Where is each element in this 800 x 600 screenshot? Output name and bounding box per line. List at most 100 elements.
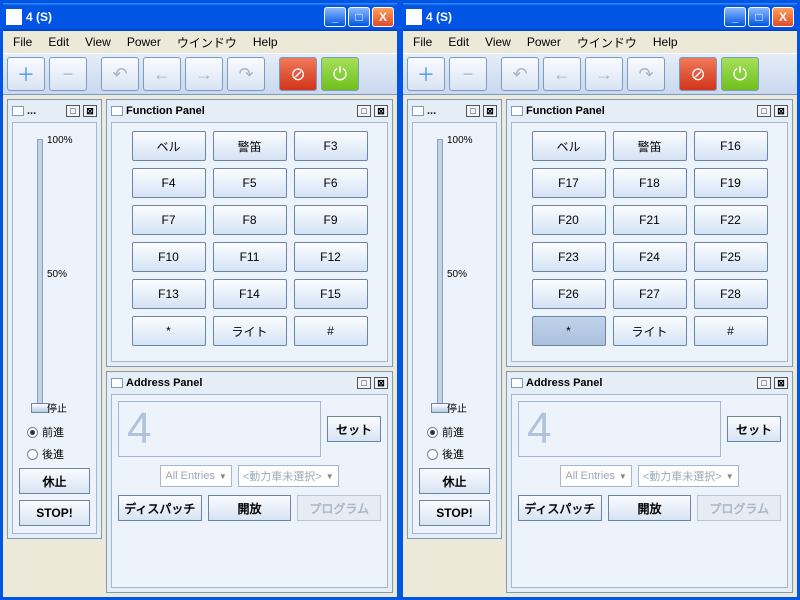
panel-close-icon[interactable]: ⊠ bbox=[83, 105, 97, 117]
function-button[interactable]: F7 bbox=[132, 205, 206, 235]
panel-max-icon[interactable]: □ bbox=[757, 105, 771, 117]
function-button[interactable]: F27 bbox=[613, 279, 687, 309]
idle-button[interactable]: 休止 bbox=[19, 468, 90, 494]
dispatch-button[interactable]: ディスパッチ bbox=[118, 495, 202, 521]
undo-button[interactable]: ↶ bbox=[501, 57, 539, 91]
reverse-radio[interactable]: 後進 bbox=[427, 446, 494, 462]
menu-edit[interactable]: Edit bbox=[442, 33, 475, 51]
forward-radio[interactable]: 前進 bbox=[27, 424, 94, 440]
reverse-radio[interactable]: 後進 bbox=[27, 446, 94, 462]
program-button[interactable]: プログラム bbox=[697, 495, 781, 521]
titlebar[interactable]: 4 (S) _ □ X bbox=[403, 3, 797, 31]
panel-max-icon[interactable]: □ bbox=[357, 377, 371, 389]
function-button[interactable]: F6 bbox=[294, 168, 368, 198]
function-button[interactable]: F26 bbox=[532, 279, 606, 309]
menu-view[interactable]: View bbox=[479, 33, 517, 51]
add-button[interactable]: ＋ bbox=[7, 57, 45, 91]
dispatch-button[interactable]: ディスパッチ bbox=[518, 495, 602, 521]
panel-max-icon[interactable]: □ bbox=[466, 105, 480, 117]
function-button[interactable]: F14 bbox=[213, 279, 287, 309]
loco-combo[interactable]: <動力車未選択>▼ bbox=[238, 465, 339, 487]
function-button[interactable]: ベル bbox=[532, 131, 606, 161]
set-button[interactable]: セット bbox=[327, 416, 381, 442]
menu-help[interactable]: Help bbox=[247, 33, 284, 51]
function-button[interactable]: F3 bbox=[294, 131, 368, 161]
function-button[interactable]: F4 bbox=[132, 168, 206, 198]
menu-edit[interactable]: Edit bbox=[42, 33, 75, 51]
function-button[interactable]: F13 bbox=[132, 279, 206, 309]
function-button[interactable]: ライト bbox=[613, 316, 687, 346]
function-button[interactable]: ベル bbox=[132, 131, 206, 161]
release-button[interactable]: 開放 bbox=[208, 495, 292, 521]
function-button[interactable]: F21 bbox=[613, 205, 687, 235]
function-button[interactable]: F11 bbox=[213, 242, 287, 272]
function-button[interactable]: F23 bbox=[532, 242, 606, 272]
redo-button[interactable]: ↷ bbox=[227, 57, 265, 91]
menu-power[interactable]: Power bbox=[121, 33, 167, 51]
menu-window[interactable]: ウインドウ bbox=[571, 32, 643, 53]
estop-button[interactable]: STOP! bbox=[19, 500, 90, 526]
panel-close-icon[interactable]: ⊠ bbox=[374, 377, 388, 389]
loco-combo[interactable]: <動力車未選択>▼ bbox=[638, 465, 739, 487]
power-button[interactable]: ⏻ bbox=[321, 57, 359, 91]
menu-file[interactable]: File bbox=[407, 33, 438, 51]
menu-file[interactable]: File bbox=[7, 33, 38, 51]
panel-close-icon[interactable]: ⊠ bbox=[374, 105, 388, 117]
panel-max-icon[interactable]: □ bbox=[757, 377, 771, 389]
forward-button[interactable]: → bbox=[185, 57, 223, 91]
function-button[interactable]: F18 bbox=[613, 168, 687, 198]
power-button[interactable]: ⏻ bbox=[721, 57, 759, 91]
function-button[interactable]: F17 bbox=[532, 168, 606, 198]
function-button[interactable]: F8 bbox=[213, 205, 287, 235]
roster-combo[interactable]: All Entries▼ bbox=[160, 465, 231, 487]
function-button[interactable]: 警笛 bbox=[213, 131, 287, 161]
release-button[interactable]: 開放 bbox=[608, 495, 692, 521]
menu-view[interactable]: View bbox=[79, 33, 117, 51]
close-button[interactable]: X bbox=[772, 7, 794, 27]
remove-button[interactable]: − bbox=[449, 57, 487, 91]
throttle-slider[interactable]: 100% 50% 停止 bbox=[15, 129, 94, 421]
stop-button[interactable]: ⊘ bbox=[279, 57, 317, 91]
throttle-slider[interactable]: 100% 50% 停止 bbox=[415, 129, 494, 421]
function-button[interactable]: F9 bbox=[294, 205, 368, 235]
function-button[interactable]: F10 bbox=[132, 242, 206, 272]
function-button[interactable]: # bbox=[694, 316, 768, 346]
panel-close-icon[interactable]: ⊠ bbox=[483, 105, 497, 117]
maximize-button[interactable]: □ bbox=[748, 7, 770, 27]
function-button[interactable]: # bbox=[294, 316, 368, 346]
forward-button[interactable]: → bbox=[585, 57, 623, 91]
idle-button[interactable]: 休止 bbox=[419, 468, 490, 494]
minimize-button[interactable]: _ bbox=[724, 7, 746, 27]
function-button[interactable]: F24 bbox=[613, 242, 687, 272]
panel-close-icon[interactable]: ⊠ bbox=[774, 377, 788, 389]
function-button[interactable]: F25 bbox=[694, 242, 768, 272]
add-button[interactable]: ＋ bbox=[407, 57, 445, 91]
minimize-button[interactable]: _ bbox=[324, 7, 346, 27]
back-button[interactable]: ← bbox=[143, 57, 181, 91]
function-button[interactable]: ライト bbox=[213, 316, 287, 346]
menu-window[interactable]: ウインドウ bbox=[171, 32, 243, 53]
set-button[interactable]: セット bbox=[727, 416, 781, 442]
undo-button[interactable]: ↶ bbox=[101, 57, 139, 91]
function-button[interactable]: F5 bbox=[213, 168, 287, 198]
estop-button[interactable]: STOP! bbox=[419, 500, 490, 526]
function-button[interactable]: F22 bbox=[694, 205, 768, 235]
titlebar[interactable]: 4 (S) _ □ X bbox=[3, 3, 397, 31]
maximize-button[interactable]: □ bbox=[348, 7, 370, 27]
forward-radio[interactable]: 前進 bbox=[427, 424, 494, 440]
function-button[interactable]: F16 bbox=[694, 131, 768, 161]
function-button[interactable]: * bbox=[132, 316, 206, 346]
menu-power[interactable]: Power bbox=[521, 33, 567, 51]
panel-max-icon[interactable]: □ bbox=[357, 105, 371, 117]
function-button[interactable]: 警笛 bbox=[613, 131, 687, 161]
function-button[interactable]: F28 bbox=[694, 279, 768, 309]
menu-help[interactable]: Help bbox=[647, 33, 684, 51]
function-button[interactable]: F19 bbox=[694, 168, 768, 198]
back-button[interactable]: ← bbox=[543, 57, 581, 91]
stop-button[interactable]: ⊘ bbox=[679, 57, 717, 91]
remove-button[interactable]: − bbox=[49, 57, 87, 91]
function-button[interactable]: F12 bbox=[294, 242, 368, 272]
function-button[interactable]: F15 bbox=[294, 279, 368, 309]
program-button[interactable]: プログラム bbox=[297, 495, 381, 521]
roster-combo[interactable]: All Entries▼ bbox=[560, 465, 631, 487]
